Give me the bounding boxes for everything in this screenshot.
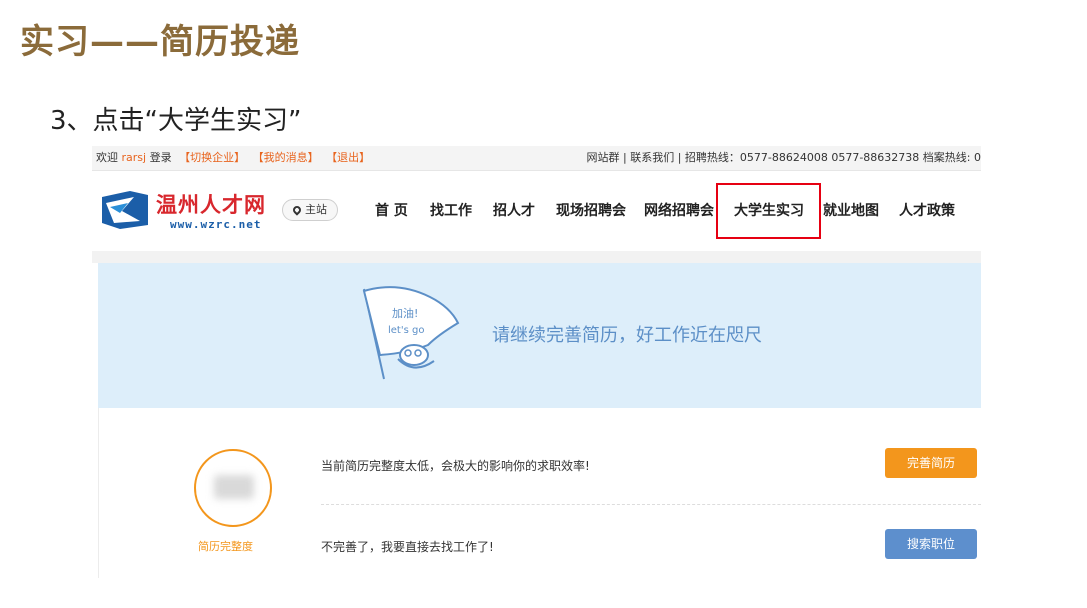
top-bar: 欢迎 rarsj 登录 【切换企业】 【我的消息】 【退出】 网站群 | 联系我…: [92, 146, 981, 171]
highlight-annotation-box: [716, 183, 821, 239]
site-switch-label: 主站: [305, 203, 327, 216]
logo-title[interactable]: 温州人才网: [156, 189, 266, 219]
completeness-circle: [194, 449, 272, 527]
site-switch-button[interactable]: 主站: [282, 199, 338, 221]
logout-link[interactable]: 【退出】: [326, 151, 370, 164]
panel-border: [98, 408, 99, 578]
completeness-value-blurred: [214, 475, 254, 499]
nav-recruit[interactable]: 招人才: [493, 200, 535, 220]
flag-text-1: 加油!: [392, 306, 418, 320]
flag-illustration-icon: 加油! let's go: [362, 286, 460, 380]
login-link[interactable]: 登录: [150, 151, 172, 164]
nav-home[interactable]: 首 页: [375, 200, 408, 220]
completeness-label: 简历完整度: [198, 540, 253, 553]
wzrc-logo-icon[interactable]: [100, 189, 150, 231]
welcome-text: 欢迎: [96, 151, 118, 164]
section-gap: [92, 251, 981, 263]
improve-resume-button[interactable]: 完善简历: [885, 448, 977, 478]
encourage-banner: 加油! let's go 请继续完善简历，好工作近在咫尺: [98, 263, 981, 408]
banner-message: 请继续完善简历，好工作近在咫尺: [492, 325, 762, 346]
nav-employment-map[interactable]: 就业地图: [823, 200, 879, 220]
logo-url: www.wzrc.net: [170, 218, 262, 231]
step-instruction: 3、点击“大学生实习”: [50, 106, 302, 136]
skip-improve-message: 不完善了，我要直接去找工作了!: [321, 540, 494, 554]
nav-job-fair[interactable]: 现场招聘会: [556, 200, 626, 220]
location-pin-icon: [291, 204, 303, 216]
row-divider: [321, 504, 981, 505]
slide-title: 实习——简历投递: [20, 22, 300, 62]
my-messages-link[interactable]: 【我的消息】: [253, 151, 319, 164]
low-completeness-message: 当前简历完整度太低，会极大的影响你的求职效率!: [321, 459, 590, 473]
main-navbar: 温州人才网 www.wzrc.net 主站 首 页 找工作 招人才 现场招聘会 …: [92, 171, 981, 251]
search-jobs-button[interactable]: 搜索职位: [885, 529, 977, 559]
nav-talent-policy[interactable]: 人才政策: [899, 200, 955, 220]
flag-text-2: let's go: [388, 325, 424, 336]
nav-find-job[interactable]: 找工作: [430, 200, 472, 220]
nav-online-fair[interactable]: 网络招聘会: [644, 200, 714, 220]
website-screenshot: 欢迎 rarsj 登录 【切换企业】 【我的消息】 【退出】 网站群 | 联系我…: [92, 146, 981, 578]
switch-enterprise-link[interactable]: 【切换企业】: [179, 151, 245, 164]
user-links: 欢迎 rarsj 登录 【切换企业】 【我的消息】 【退出】: [96, 146, 370, 170]
username-link[interactable]: rarsj: [122, 151, 147, 164]
contact-info: 网站群 | 联系我们 | 招聘热线：0577-88624008 0577-886…: [586, 151, 982, 164]
resume-completeness-panel: 简历完整度 当前简历完整度太低，会极大的影响你的求职效率! 完善简历 不完善了，…: [98, 408, 981, 578]
